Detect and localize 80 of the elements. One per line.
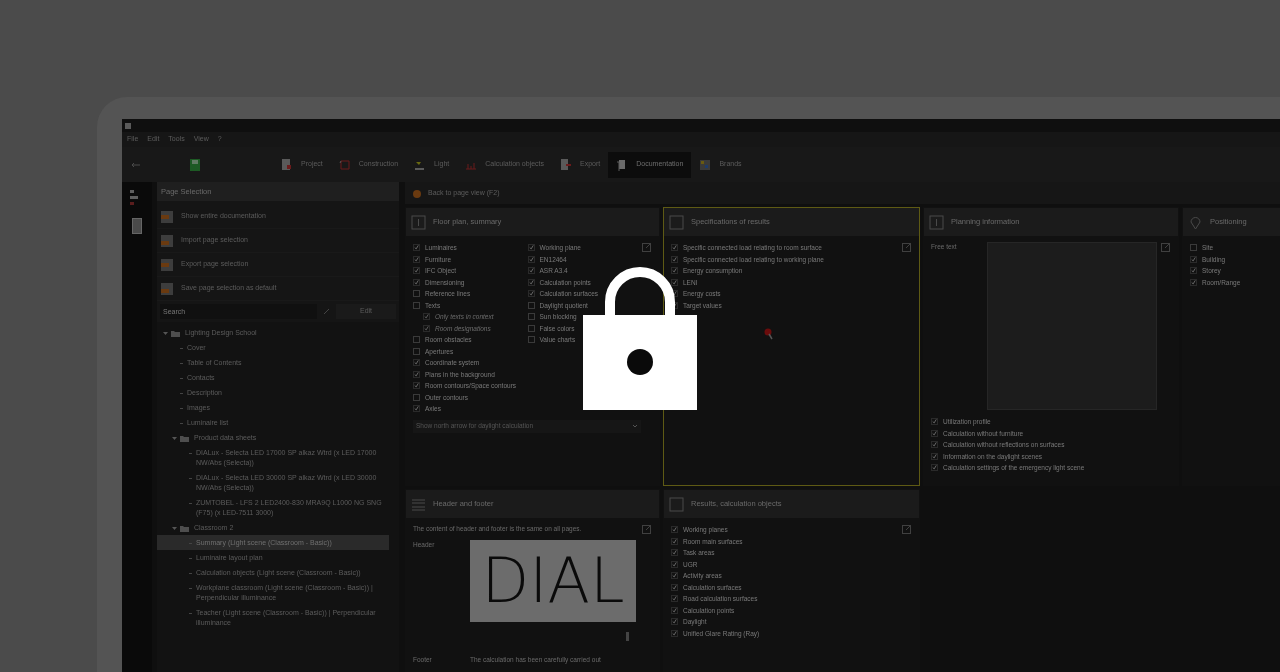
caret-icon[interactable] <box>172 435 177 441</box>
checkbox[interactable] <box>527 301 535 309</box>
checkbox[interactable] <box>671 583 678 591</box>
checkbox[interactable] <box>413 336 420 343</box>
square-icon <box>669 214 684 230</box>
search-icon <box>323 308 330 315</box>
checkbox[interactable] <box>527 313 535 320</box>
checkbox[interactable] <box>931 441 938 448</box>
checkbox[interactable] <box>671 618 678 625</box>
document-icon <box>160 257 174 272</box>
checkbox[interactable] <box>1190 244 1197 251</box>
checkbox[interactable] <box>1190 267 1197 274</box>
edit-icon[interactable] <box>642 242 652 252</box>
checkbox[interactable] <box>671 267 678 274</box>
checkbox[interactable] <box>671 255 678 263</box>
checkbox[interactable] <box>671 526 678 533</box>
checkbox[interactable] <box>413 370 420 378</box>
caret-icon[interactable] <box>163 330 168 336</box>
checkbox[interactable] <box>413 359 420 366</box>
info-icon <box>929 214 944 230</box>
checkbox[interactable] <box>413 393 420 401</box>
checkbox[interactable] <box>671 537 678 545</box>
pin-icon <box>1188 214 1203 230</box>
document-icon <box>160 209 174 224</box>
checkbox[interactable] <box>413 255 420 263</box>
checkbox[interactable] <box>413 301 420 309</box>
checkbox[interactable] <box>1190 255 1197 263</box>
back-page-icon <box>413 188 423 198</box>
back-arrow-icon <box>131 161 141 168</box>
checkbox[interactable] <box>1190 278 1197 286</box>
chevron-down-icon <box>632 424 638 428</box>
checkbox[interactable] <box>671 549 678 556</box>
checkbox[interactable] <box>413 347 420 355</box>
info-icon <box>411 214 426 230</box>
checkbox[interactable] <box>413 382 420 389</box>
checkbox[interactable] <box>671 606 678 614</box>
checkbox[interactable] <box>527 278 535 286</box>
square-icon <box>669 496 684 512</box>
edit-icon[interactable] <box>642 524 652 534</box>
export-icon <box>560 158 573 171</box>
caret-icon[interactable] <box>172 525 177 531</box>
checkbox[interactable] <box>671 290 678 297</box>
folder-icon <box>180 434 189 442</box>
checkbox[interactable] <box>671 629 678 637</box>
checkbox[interactable] <box>671 595 678 602</box>
cursor-icon <box>764 328 773 340</box>
save-button[interactable] <box>187 156 203 173</box>
checkbox[interactable] <box>527 255 535 263</box>
edit-icon[interactable] <box>902 242 912 252</box>
checkbox[interactable] <box>413 244 420 251</box>
checkbox[interactable] <box>527 336 535 343</box>
checkbox[interactable] <box>931 418 938 425</box>
document-icon[interactable] <box>132 218 142 234</box>
document-icon <box>281 158 293 171</box>
checkbox[interactable] <box>671 572 678 579</box>
checkbox[interactable] <box>671 278 678 286</box>
checkbox[interactable] <box>527 290 535 297</box>
checkbox[interactable] <box>413 405 420 412</box>
checkbox[interactable] <box>413 267 420 274</box>
checkbox[interactable] <box>671 560 678 568</box>
checkbox[interactable] <box>527 244 535 251</box>
floppy-icon <box>190 158 200 171</box>
document-icon <box>160 281 174 296</box>
checkbox[interactable] <box>931 464 938 471</box>
checkbox[interactable] <box>413 290 420 297</box>
edit-icon[interactable] <box>902 524 912 534</box>
app-icon <box>125 122 131 129</box>
folder-icon <box>180 524 189 532</box>
checkbox[interactable] <box>527 267 535 274</box>
checkbox[interactable] <box>931 429 938 437</box>
checkbox[interactable] <box>931 452 938 460</box>
checkbox[interactable] <box>413 278 420 286</box>
palette-icon <box>699 158 712 171</box>
checkbox[interactable] <box>527 324 535 332</box>
scroll-handle-icon[interactable] <box>626 632 629 641</box>
edit-icon[interactable] <box>1161 242 1171 252</box>
document-icon <box>160 233 174 248</box>
folder-icon <box>171 329 180 337</box>
logo: DIAL <box>470 540 636 622</box>
checkbox[interactable] <box>671 244 678 251</box>
